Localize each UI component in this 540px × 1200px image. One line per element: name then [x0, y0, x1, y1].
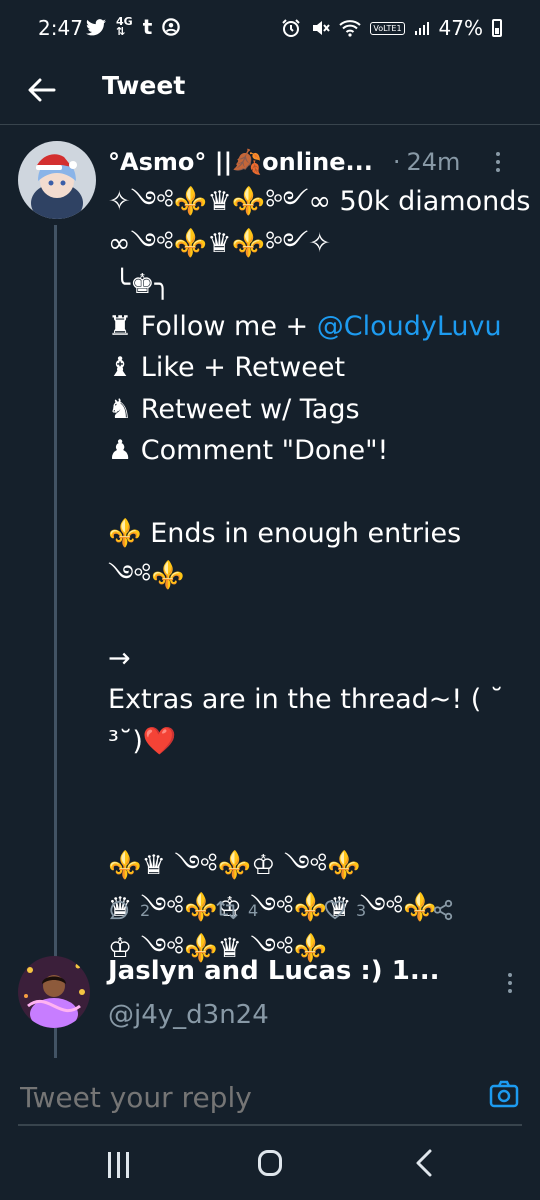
- reply-input-underline: [18, 1124, 522, 1126]
- home-button[interactable]: [258, 1150, 282, 1176]
- author-avatar[interactable]: [18, 141, 96, 219]
- share-icon: [433, 899, 453, 921]
- separator-dot: ·: [392, 148, 401, 176]
- reply-input[interactable]: [18, 1076, 462, 1118]
- mute-icon: [313, 21, 331, 35]
- tweet-line: ✧༺⚜️♛⚜️༻∞ 50k diamonds: [108, 186, 531, 217]
- status-time: 2:47: [38, 16, 83, 40]
- share-button[interactable]: [432, 899, 454, 921]
- back-button[interactable]: [24, 72, 60, 108]
- retweet-button[interactable]: 4: [216, 900, 258, 920]
- tweet-timestamp[interactable]: 24m: [407, 148, 461, 176]
- like-count: 3: [356, 900, 367, 920]
- tweet-line: ⚜️♛ ༺⚜️♔ ༺⚜️: [108, 850, 361, 881]
- reply-composer: [0, 1058, 540, 1130]
- reply-icon: [109, 900, 129, 920]
- reply-author-avatar[interactable]: [18, 956, 90, 1028]
- tweet-line: ♜ Follow me + @CloudyLuvu: [108, 310, 502, 342]
- reply-author-handle[interactable]: @j4y_d3n24: [108, 1000, 269, 1030]
- tweet-header: °Asmo° ||🍂online... · 24m: [108, 145, 528, 179]
- tweet-line: ♞ Retweet w/ Tags: [108, 393, 360, 425]
- status-bar: 2:47 4G ⇅ t VoLTE1 47%: [0, 0, 540, 58]
- top-app-bar: Tweet: [0, 58, 540, 125]
- signal-4g-icon: 4G ⇅: [116, 15, 133, 38]
- tweet-line: ⚜️ Ends in enough entries: [108, 518, 462, 549]
- tumblr-icon: t: [142, 15, 153, 39]
- system-navigation-bar: [0, 1130, 540, 1200]
- reply-button[interactable]: 2: [108, 899, 150, 921]
- tweet-line: →: [108, 642, 131, 674]
- wifi-icon: [339, 20, 362, 37]
- tweet-actions: 2 4 3: [108, 895, 468, 925]
- volte-icon: VoLTE1: [370, 21, 405, 35]
- status-left-icons: 4G ⇅ t: [86, 15, 181, 39]
- retweet-count: 4: [248, 900, 259, 920]
- tweet-line: ♝ Like + Retweet: [108, 352, 346, 383]
- status-right-icons: VoLTE1 47%: [281, 16, 502, 40]
- tweet-line: ╰♚╮: [114, 269, 171, 300]
- reply-count: 2: [140, 900, 151, 920]
- reply-tweet[interactable]: Jaslyn and Lucas :) 1... @j4y_d3n24: [0, 950, 540, 1059]
- tweet-line: Extras are in the thread~! ( ˘: [108, 684, 504, 715]
- reply-author-name[interactable]: Jaslyn and Lucas :) 1...: [108, 956, 439, 986]
- signal-icon: [414, 22, 429, 35]
- reply-more-button[interactable]: [500, 966, 520, 1000]
- like-button[interactable]: 3: [324, 900, 366, 920]
- recent-apps-button[interactable]: [100, 1152, 136, 1180]
- mention-link[interactable]: @CloudyLuvu: [317, 311, 502, 342]
- twitter-icon: [86, 18, 106, 35]
- tweet-text: ✧༺⚜️♛⚜️༻∞ 50k diamonds ∞༺⚜️♛⚜️༻✧ ╰♚╮ ♜ F…: [108, 181, 531, 970]
- battery-icon: [492, 19, 502, 37]
- account-icon: [162, 18, 181, 36]
- retweet-icon: [216, 900, 238, 920]
- battery-percent: 47%: [438, 16, 483, 40]
- tweet-line: ∞༺⚜️♛⚜️༻✧: [108, 227, 331, 259]
- arrow-left-icon: [28, 78, 56, 102]
- author-name[interactable]: °Asmo° ||🍂online...: [108, 148, 373, 176]
- tweet-line: ♟ Comment "Done"!: [108, 435, 389, 466]
- camera-button[interactable]: [484, 1074, 524, 1114]
- tweet-line: ༺⚜️: [108, 559, 185, 591]
- nav-back-button[interactable]: [412, 1148, 436, 1178]
- alarm-icon: [282, 19, 301, 37]
- camera-icon: [489, 1080, 519, 1108]
- page-title: Tweet: [102, 71, 186, 100]
- tweet-line: ³˘)❤️: [108, 725, 177, 757]
- heart-icon: [325, 900, 345, 920]
- tweet-more-button[interactable]: [488, 145, 508, 179]
